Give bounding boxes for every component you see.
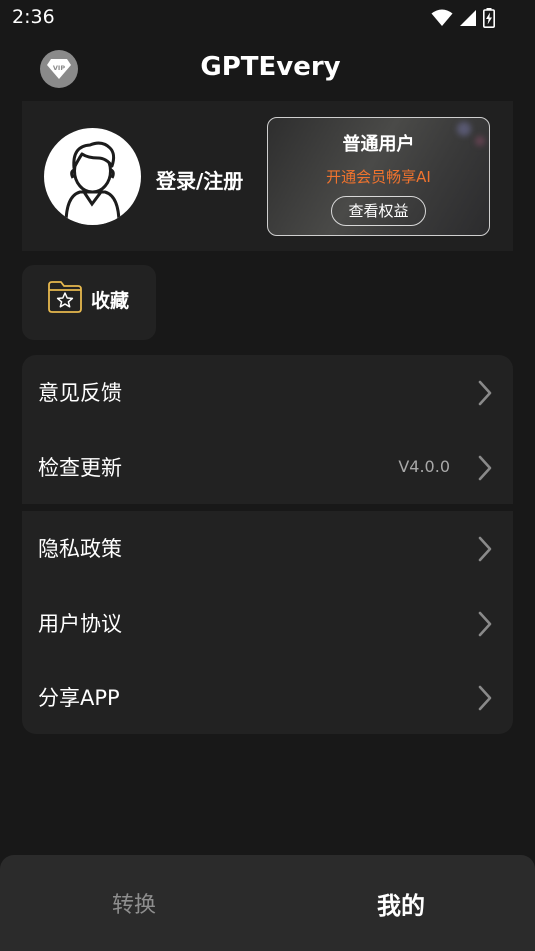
menu-item-share-app[interactable]: 分享APP (22, 660, 513, 734)
favorites-button[interactable]: 收藏 (22, 265, 156, 340)
menu-item-label: 隐私政策 (38, 537, 122, 561)
chevron-right-icon (478, 685, 492, 711)
chevron-right-icon (478, 455, 492, 481)
profile-card: 登录/注册 普通用户 开通会员畅享AI 查看权益 (22, 101, 513, 251)
version-value: V4.0.0 (398, 457, 450, 476)
signal-icon (460, 10, 476, 26)
menu-item-feedback[interactable]: 意见反馈 (22, 355, 513, 429)
menu-item-label: 检查更新 (38, 456, 122, 480)
view-benefits-button[interactable]: 查看权益 (331, 196, 426, 226)
tab-convert[interactable]: 转换 (54, 887, 214, 919)
chevron-right-icon (478, 536, 492, 562)
membership-title: 普通用户 (342, 134, 415, 155)
menu-item-privacy-policy[interactable]: 隐私政策 (22, 511, 513, 585)
bottom-navigation: 转换 我的 (0, 855, 535, 951)
status-bar: 2:36 (0, 0, 535, 36)
menu-item-label: 分享APP (38, 686, 120, 710)
menu-item-check-update[interactable]: 检查更新 V4.0.0 (22, 430, 513, 504)
status-icons (431, 8, 495, 28)
login-register-link[interactable]: 登录/注册 (156, 165, 243, 194)
chevron-right-icon (478, 380, 492, 406)
avatar[interactable] (44, 128, 141, 225)
membership-card[interactable]: 普通用户 开通会员畅享AI 查看权益 (267, 117, 490, 236)
app-title: GPTEvery (200, 52, 341, 82)
membership-subtitle: 开通会员畅享AI (326, 168, 431, 186)
profile-screen: 2:36 VIP GPTEvery 登录/注册 普通用户 开通会员畅享AI 查看… (0, 0, 535, 951)
tab-mine[interactable]: 我的 (321, 886, 481, 921)
menu-item-user-agreement[interactable]: 用户协议 (22, 586, 513, 660)
menu-item-label: 意见反馈 (38, 381, 122, 405)
favorites-folder-icon (48, 281, 82, 313)
menu-group-feedback: 意见反馈 检查更新 V4.0.0 (22, 355, 513, 504)
menu-item-label: 用户协议 (38, 612, 122, 636)
menu-group-legal: 隐私政策 用户协议 分享APP (22, 511, 513, 734)
status-time: 2:36 (12, 6, 55, 28)
chevron-right-icon (478, 611, 492, 637)
wifi-icon (431, 9, 453, 26)
favorites-label: 收藏 (91, 290, 130, 312)
battery-icon (483, 8, 495, 28)
avatar-icon (64, 141, 121, 225)
